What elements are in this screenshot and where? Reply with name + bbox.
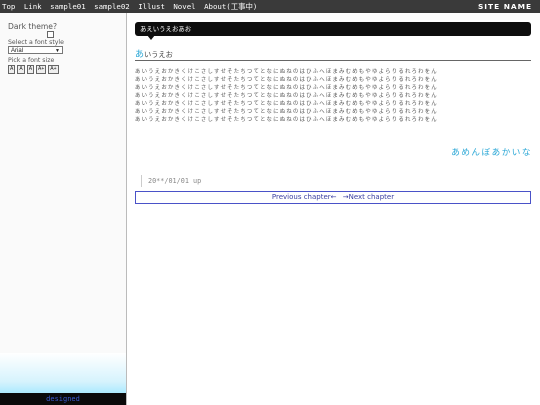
next-chapter-link[interactable]: →Next chapter <box>343 193 394 201</box>
heading-rest: いうえお <box>144 50 173 59</box>
nav-link-top[interactable]: Top <box>2 2 15 11</box>
body-line: あいうえおかきくけこさしすせそたちつてとなにぬねのはひふへほまみむめもやゆよらり… <box>135 85 438 91</box>
font-style-value: Arial <box>11 48 24 54</box>
chapter-title: あえいうえおあお <box>140 25 192 33</box>
section-heading: あいうえお <box>135 47 531 61</box>
top-nav: Top Link sample01 sample02 Illust Novel … <box>2 0 261 13</box>
body-line: あいうえおかきくけこさしすせそたちつてとなにぬねのはひふへほまみむめもやゆよらり… <box>135 101 438 107</box>
body-line: あいうえおかきくけこさしすせそたちつてとなにぬねのはひふへほまみむめもやゆよらり… <box>135 93 438 99</box>
sidebar: Dark theme? Select a font style Arial ▼ … <box>0 13 127 405</box>
body-line: あいうえおかきくけこさしすせそたちつてとなにぬねのはひふへほまみむめもやゆよらり… <box>135 109 438 115</box>
nav-link-link[interactable]: Link <box>24 2 42 11</box>
nav-link-illust[interactable]: Illust <box>138 2 165 11</box>
post-date: 20**/01/01 up <box>141 175 201 187</box>
dark-theme-checkbox[interactable] <box>47 31 54 38</box>
designed-footer[interactable]: designed <box>0 393 126 405</box>
font-style-label: Select a font style <box>8 39 64 46</box>
nav-link-novel[interactable]: Novel <box>173 2 195 11</box>
signoff-text: あめんぼあかいな <box>451 148 532 158</box>
font-size-label: Pick a font size <box>8 57 55 64</box>
heading-first-char: あ <box>135 50 145 60</box>
font-size-button-small[interactable]: A <box>17 65 25 74</box>
main-content: あえいうえおあお あいうえお あいうえおかきくけこさしすせそたちつてとなにぬねの… <box>127 13 540 405</box>
chapter-title-tab: あえいうえおあお <box>135 22 531 40</box>
story-body: あいうえおかきくけこさしすせそたちつてとなにぬねのはひふへほまみむめもやゆよらり… <box>135 68 531 124</box>
nav-link-sample02[interactable]: sample02 <box>94 2 130 11</box>
top-bar: Top Link sample01 sample02 Illust Novel … <box>0 0 540 13</box>
font-size-button-medium[interactable]: A <box>26 65 35 74</box>
font-size-button-largest[interactable]: A+ <box>48 65 59 74</box>
nav-link-sample01[interactable]: sample01 <box>50 2 86 11</box>
font-style-select[interactable]: Arial ▼ <box>8 46 63 54</box>
nav-link-about[interactable]: About(工事中) <box>204 2 257 11</box>
dark-theme-label: Dark theme? <box>8 22 57 31</box>
site-name[interactable]: SITE NAME <box>478 0 532 13</box>
previous-chapter-link[interactable]: Previous chapter← <box>272 193 337 201</box>
tab-notch <box>147 35 155 40</box>
body-line: あいうえおかきくけこさしすせそたちつてとなにぬねのはひふへほまみむめもやゆよらり… <box>135 69 438 75</box>
font-size-buttons: A A A A+ A+ <box>8 65 61 84</box>
font-size-button-smallest[interactable]: A <box>8 65 16 74</box>
body-line: あいうえおかきくけこさしすせそたちつてとなにぬねのはひふへほまみむめもやゆよらり… <box>135 77 438 83</box>
body-line: あいうえおかきくけこさしすせそたちつてとなにぬねのはひふへほまみむめもやゆよらり… <box>135 117 438 123</box>
font-size-button-large[interactable]: A+ <box>36 65 47 74</box>
chevron-down-icon: ▼ <box>55 48 60 54</box>
chapter-nav: Previous chapter← →Next chapter <box>135 191 531 204</box>
